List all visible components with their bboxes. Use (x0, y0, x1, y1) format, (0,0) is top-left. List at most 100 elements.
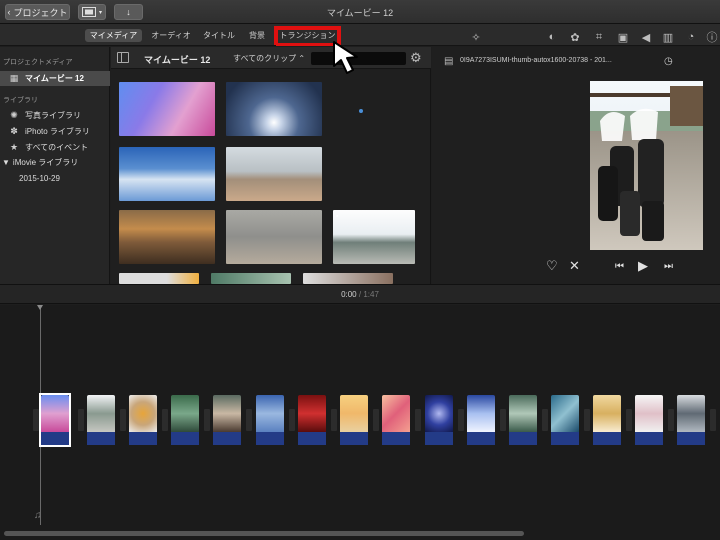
timecode-display: 0:00 / 1:47 (0, 290, 720, 299)
media-clip[interactable] (119, 210, 215, 264)
timeline-clip[interactable] (425, 395, 453, 445)
transition-marker[interactable] (246, 409, 252, 431)
transition-marker[interactable] (415, 409, 421, 431)
clip-filter-select[interactable]: すべてのクリップ ⌃ (233, 53, 305, 64)
timeline-clip[interactable] (340, 395, 368, 445)
sidebar-item-label: すべてのイベント (25, 143, 89, 152)
timeline-clip[interactable] (635, 395, 663, 445)
timeline-time-bar: 0:00 / 1:47 (0, 284, 720, 304)
transition-marker[interactable] (710, 409, 716, 431)
media-clip[interactable] (226, 210, 322, 264)
sidebar-item-label: マイムービー 12 (25, 74, 84, 83)
preview-image (590, 81, 703, 250)
transition-marker[interactable] (584, 409, 590, 431)
tab-my-media[interactable]: マイメディア (85, 29, 142, 42)
sidebar-item-photos[interactable]: ✺ 写真ライブラリ (0, 108, 110, 123)
media-clip[interactable] (119, 273, 199, 284)
transition-marker[interactable] (668, 409, 674, 431)
transition-marker[interactable] (458, 409, 464, 431)
timeline-clip[interactable] (129, 395, 157, 445)
volume-icon[interactable]: ◀ (639, 30, 653, 44)
title-bar: ‹ プロジェクト ▾ ↓ マイムービー 12 (0, 0, 720, 24)
transition-marker[interactable] (162, 409, 168, 431)
media-clip[interactable] (211, 273, 291, 284)
gear-icon[interactable]: ⚙ (410, 50, 422, 66)
tab-titles[interactable]: タイトル (199, 29, 239, 42)
speed-icon[interactable]: ◔ (684, 30, 698, 44)
media-clip[interactable] (119, 82, 215, 136)
tab-audio[interactable]: オーディオ (148, 29, 194, 42)
favorite-heart-icon[interactable]: ♡ (546, 258, 558, 274)
magic-wand-icon[interactable]: ✧ (469, 30, 483, 44)
sidebar-item-all-events[interactable]: ★ すべてのイベント (0, 140, 110, 155)
photos-icon: ✺ (10, 110, 18, 120)
clip-filter-value: すべてのクリップ (233, 54, 297, 63)
media-clip[interactable]: ▪ (333, 210, 415, 264)
project-media-header: プロジェクトメディア (3, 59, 73, 66)
window-title: マイムービー 12 (326, 8, 394, 18)
timeline-clip[interactable] (256, 395, 284, 445)
media-browser: マイムービー 12 すべてのクリップ ⌃ ⚙ ▪ (111, 47, 431, 284)
color-balance-icon[interactable]: ◐ (545, 30, 559, 44)
reject-icon[interactable]: ✕ (569, 258, 580, 274)
disclosure-triangle-icon: ▼ (2, 158, 10, 167)
clock-icon[interactable]: ◷ (664, 56, 673, 67)
browser-header: マイムービー 12 すべてのクリップ ⌃ ⚙ (111, 47, 431, 69)
timeline-clip[interactable] (677, 395, 705, 445)
sidebar-toggle-icon[interactable] (117, 52, 129, 63)
transition-marker[interactable] (500, 409, 506, 431)
tab-backgrounds[interactable]: 背景 (244, 29, 270, 42)
camera-icon: ▪ (336, 213, 339, 220)
transition-marker[interactable] (373, 409, 379, 431)
media-clip[interactable] (226, 147, 322, 201)
binoculars-photo (590, 81, 703, 250)
transition-marker[interactable] (626, 409, 632, 431)
timeline-clip[interactable] (39, 393, 71, 447)
time-separator: / (358, 290, 362, 299)
timeline-clip[interactable] (509, 395, 537, 445)
total-time: 1:47 (363, 290, 379, 299)
transition-marker[interactable] (289, 409, 295, 431)
media-clip[interactable] (119, 147, 215, 201)
timeline-clip[interactable] (213, 395, 241, 445)
sidebar-item-label: iMovie ライブラリ (12, 158, 79, 167)
timeline-clip[interactable] (593, 395, 621, 445)
sidebar-item-project[interactable]: ▦ マイムービー 12 (0, 71, 110, 86)
transition-marker[interactable] (331, 409, 337, 431)
iphoto-icon: ✽ (10, 126, 18, 136)
timeline-clip[interactable] (87, 395, 115, 445)
star-icon: ★ (9, 142, 19, 152)
color-correction-icon[interactable]: ✿ (568, 30, 582, 44)
current-time: 0:00 (341, 290, 357, 299)
crop-icon[interactable]: ⌗ (592, 30, 606, 44)
sidebar-item-imovie-library[interactable]: ▼ iMovie ライブラリ (0, 155, 110, 170)
skip-back-icon[interactable]: ⏮ (615, 261, 624, 272)
pointer-cursor-icon (333, 41, 358, 74)
timeline-clip[interactable] (467, 395, 495, 445)
timeline-clip[interactable] (171, 395, 199, 445)
sidebar-item-iphoto[interactable]: ✽ iPhoto ライブラリ (0, 124, 110, 139)
clip-filename: 0I9A7273ISUMI-thumb-autox1600-20738 - 20… (460, 57, 612, 64)
equalizer-icon[interactable]: ▥ (661, 30, 675, 44)
transition-marker[interactable] (120, 409, 126, 431)
media-clip[interactable] (226, 82, 322, 136)
drop-indicator (359, 109, 363, 113)
info-icon[interactable]: ⓘ (705, 30, 719, 44)
timeline-clip[interactable] (551, 395, 579, 445)
sidebar-item-event-date[interactable]: 2015-10-29 (0, 171, 110, 186)
transition-marker[interactable] (204, 409, 210, 431)
music-note-icon: ♫ (34, 510, 42, 521)
play-icon[interactable]: ▶ (638, 258, 648, 274)
timeline-scrollbar[interactable] (4, 531, 524, 536)
project-timeline[interactable]: ♫ (0, 305, 720, 540)
transition-marker[interactable] (33, 409, 39, 431)
transition-marker[interactable] (542, 409, 548, 431)
timeline-clip[interactable] (382, 395, 410, 445)
timeline-clip[interactable] (298, 395, 326, 445)
stabilization-icon[interactable]: ▣ (616, 30, 630, 44)
skip-forward-icon[interactable]: ⏭ (664, 261, 673, 272)
library-header: ライブラリ (3, 97, 38, 104)
library-sidebar: プロジェクトメディア ▦ マイムービー 12 ライブラリ ✺ 写真ライブラリ ✽… (0, 47, 110, 284)
media-clip[interactable] (303, 273, 393, 284)
transition-marker[interactable] (78, 409, 84, 431)
